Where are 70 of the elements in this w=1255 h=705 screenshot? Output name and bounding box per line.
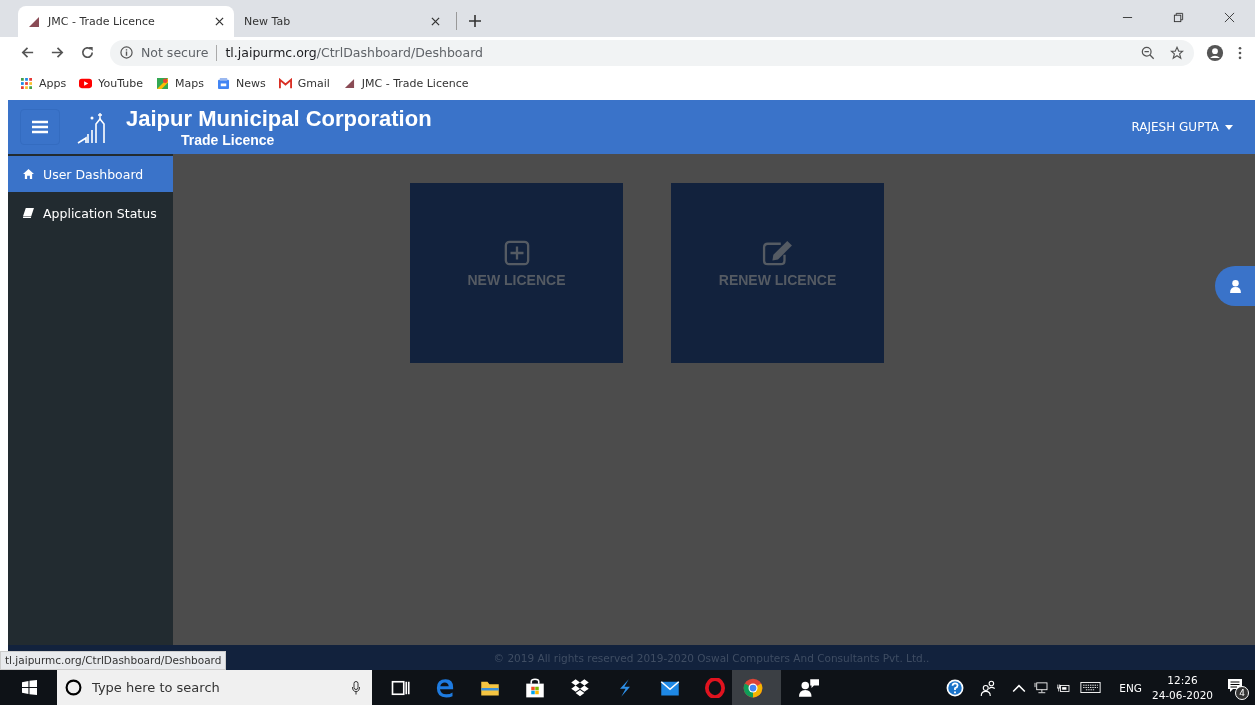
close-icon[interactable] xyxy=(431,17,440,26)
help-icon[interactable] xyxy=(946,678,965,697)
chrome-icon[interactable] xyxy=(743,677,763,698)
status-url-tooltip: tl.jaipurmc.org/CtrlDashboard/Deshboard xyxy=(0,651,227,670)
bookmark-label: News xyxy=(235,76,266,90)
play-logo-icon xyxy=(79,77,93,89)
caret-icon xyxy=(1225,124,1233,130)
notification-count: 4 xyxy=(1235,685,1249,700)
account-icon[interactable] xyxy=(1206,43,1224,62)
keyboard-icon[interactable] xyxy=(1080,682,1102,693)
bookmark-link[interactable]: Maps xyxy=(155,76,204,90)
circle-icon xyxy=(65,679,82,696)
new-tab-icon[interactable] xyxy=(469,15,481,27)
bookmark-link[interactable]: News xyxy=(216,76,266,90)
chart-logo-icon xyxy=(28,15,40,28)
grid-icon xyxy=(20,77,33,89)
url-text: tl.jaipurmc.org/CtrlDashboard/Deshboard xyxy=(225,45,484,60)
people-icon[interactable] xyxy=(979,678,998,697)
person-icon xyxy=(1229,279,1241,293)
edit-pencil-icon xyxy=(761,240,794,266)
chart-logo-icon xyxy=(342,77,356,89)
reload-icon[interactable] xyxy=(80,45,95,60)
windows-logo-icon[interactable] xyxy=(22,680,37,695)
zoom-out-icon[interactable] xyxy=(1141,45,1155,60)
dropbox-icon[interactable] xyxy=(570,677,590,698)
menu-icon xyxy=(32,120,48,134)
language-indicator[interactable]: ENG xyxy=(1119,681,1142,694)
edge-browser-icon[interactable] xyxy=(435,677,455,698)
bookmark-label: YouTube xyxy=(98,76,143,90)
bookmark-link[interactable]: YouTube xyxy=(79,76,143,90)
sidebar-item[interactable]: Application Status xyxy=(8,195,173,231)
clock[interactable]: 12:26 24-06-2020 xyxy=(1151,672,1213,703)
bookmark-label: Gmail xyxy=(297,76,330,90)
close-icon[interactable] xyxy=(215,17,224,26)
forward-arrow-icon[interactable] xyxy=(50,45,65,60)
browser-tab[interactable]: JMC - Trade Licence xyxy=(18,6,234,37)
notification-icon[interactable] xyxy=(1227,677,1243,694)
user-side-button[interactable] xyxy=(1215,266,1255,306)
menu-button[interactable] xyxy=(20,109,60,145)
star-icon[interactable] xyxy=(1170,45,1184,60)
info-icon xyxy=(120,46,133,59)
microphone-icon xyxy=(352,680,360,695)
browser-tab[interactable]: New Tab xyxy=(234,6,450,37)
envelope-logo-icon xyxy=(278,77,292,89)
building-chart-logo-icon xyxy=(76,110,106,144)
bookmark-link[interactable]: Apps xyxy=(20,76,67,90)
home-icon xyxy=(23,169,34,179)
restore-icon[interactable] xyxy=(1173,12,1184,23)
app-subtitle: Trade Licence xyxy=(181,132,276,148)
sidebar-item[interactable]: User Dashboard xyxy=(8,156,173,192)
map-pin-icon xyxy=(155,77,169,89)
bookmark-label: Apps xyxy=(39,76,67,90)
address-bar[interactable]: Not secure tl.jaipurmc.org/CtrlDashboard/Deshboard xyxy=(110,39,1194,66)
app-title: Jaipur Municipal Corporation xyxy=(126,106,432,132)
back-arrow-icon[interactable] xyxy=(20,45,35,60)
security-label: Not secure xyxy=(141,45,209,60)
shopping-bag-icon[interactable] xyxy=(525,677,545,698)
person-chat-icon[interactable] xyxy=(799,677,819,698)
bookmark-label: Maps xyxy=(174,76,204,90)
tab-title: New Tab xyxy=(244,15,292,28)
user-menu-button[interactable]: RAJESH GUPTA xyxy=(1127,116,1237,138)
search-field[interactable]: Type here to search xyxy=(57,670,372,705)
menu-icon[interactable] xyxy=(1238,45,1242,60)
network-icon[interactable] xyxy=(1034,681,1049,694)
news-icon xyxy=(216,77,230,89)
book-icon xyxy=(23,208,34,218)
opera-icon[interactable] xyxy=(705,677,725,698)
tab-title: JMC - Trade Licence xyxy=(48,15,156,28)
close-icon[interactable] xyxy=(1224,12,1235,23)
bookmark-link[interactable]: Gmail xyxy=(278,76,330,90)
